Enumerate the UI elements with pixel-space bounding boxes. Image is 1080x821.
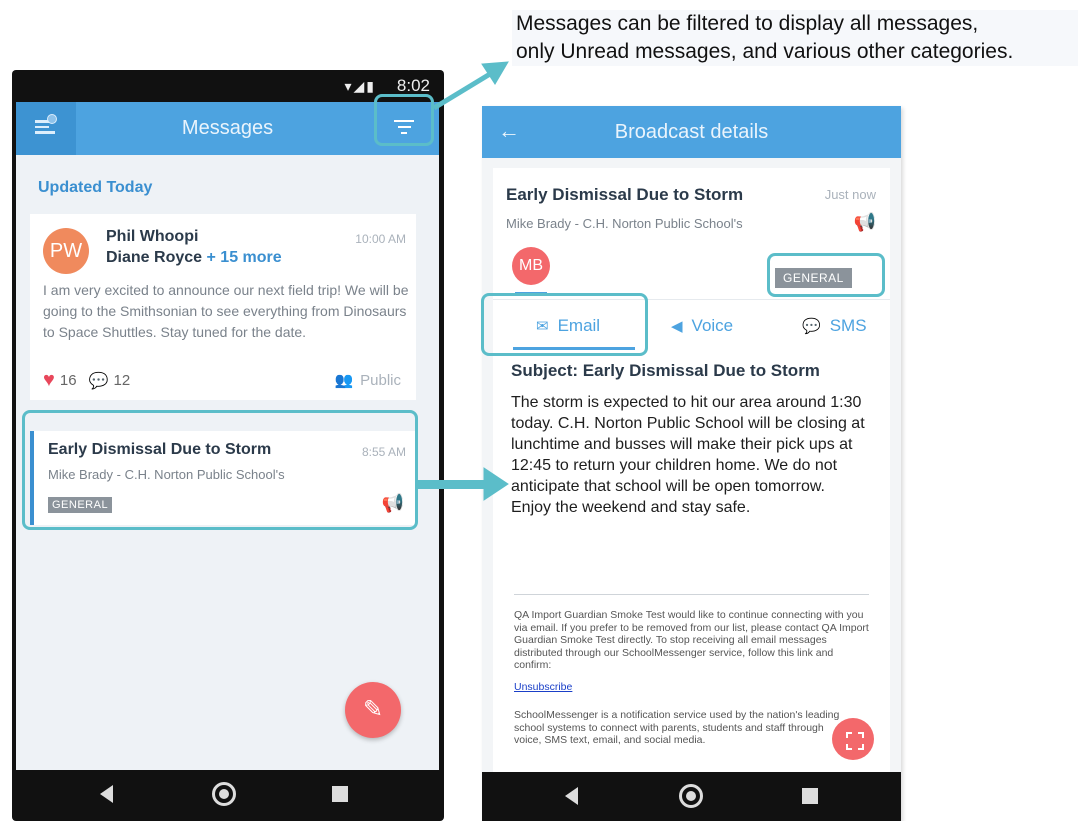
tab-sms-label: SMS [829,316,867,335]
avatar: PW [43,228,89,274]
callout-text: Messages can be filtered to display all … [512,10,1078,66]
broadcast-time: Just now [824,187,876,202]
recipient-name: Diane Royce [106,249,203,266]
email-subject: Subject: Early Dismissal Due to Storm [511,361,820,380]
tab-email-label: Email [557,316,601,335]
message-card[interactable]: PW Phil Whoopi Diane Royce + 15 more 10:… [30,214,416,400]
tab-sms[interactable]: 💬 SMS [802,316,867,336]
category-badge: GENERAL [775,268,852,288]
arrow-to-callout-head [481,61,509,85]
speaker-icon: ◀ [671,318,683,335]
signal-battery-icon: ▾◢▮ [344,78,376,94]
megaphone-icon: 📢 [853,212,876,232]
reactions: ♥ 16 💬 12 [43,369,130,392]
callout-line-2: only Unread messages, and various other … [516,40,1014,63]
people-icon: 👥 [334,372,354,389]
message-time: 10:00 AM [355,232,406,246]
nav-recent-icon[interactable] [802,788,818,804]
broadcast-time: 8:55 AM [361,445,406,459]
status-bar: ▾◢▮ 8:02 [12,70,444,102]
chat-bubble-icon: 💬 [802,318,821,335]
tab-voice-label: Voice [691,316,734,335]
nav-back-icon[interactable] [565,787,578,805]
broadcast-details-phone: ← Broadcast details Early Dismissal Due … [482,106,901,821]
unsubscribe-link[interactable]: Unsubscribe [514,681,572,693]
avatar[interactable]: MB [512,247,550,285]
heart-icon[interactable]: ♥ [43,369,55,392]
filter-icon[interactable] [394,120,414,136]
nav-back-icon[interactable] [100,785,113,803]
android-nav-bar [12,770,444,820]
tab-email[interactable]: ✉ Email [536,316,600,336]
broadcast-card[interactable]: Early Dismissal Due to Storm 8:55 AM Mik… [30,431,416,525]
page-title: Messages [181,117,274,139]
broadcast-sender: Mike Brady - C.H. Norton Public School's [506,216,743,231]
visibility-label: Public [360,371,401,389]
pencil-icon: ✎ [362,696,384,723]
status-time: 8:02 [396,76,430,95]
broadcast-title: Early Dismissal Due to Storm [506,185,744,204]
category-badge: GENERAL [48,497,113,513]
nav-home-icon[interactable] [679,784,703,808]
nav-recent-icon[interactable] [332,786,348,802]
messages-phone: ▾◢▮ 8:02 Messages Updated Today PW Phil … [12,70,444,821]
app-bar: ← Broadcast details [482,106,901,158]
app-bar: Messages [16,102,439,155]
footer-divider [514,594,869,595]
expand-button[interactable] [832,718,874,760]
visibility-indicator: 👥 Public [334,371,401,390]
messages-screen: Messages Updated Today PW Phil Whoopi Di… [16,102,439,770]
recipient-more-link[interactable]: + 15 more [207,249,282,266]
android-nav-bar [482,772,901,821]
comment-icon[interactable]: 💬 [89,371,109,391]
email-body: The storm is expected to hit our area ar… [511,394,865,516]
megaphone-icon: 📢 [381,493,404,513]
like-count: 16 [59,372,77,389]
compose-button[interactable]: ✎ [345,682,401,738]
callout-line-1: Messages can be filtered to display all … [516,12,979,35]
recipient-line: Diane Royce + 15 more [106,249,282,267]
broadcast-sender: Mike Brady - C.H. Norton Public School's [48,467,285,482]
page-title: Broadcast details [614,121,769,143]
message-preview: I am very excited to announce our next f… [43,282,409,340]
envelope-icon: ✉ [536,318,549,335]
nav-home-icon[interactable] [212,782,236,806]
footer-about: SchoolMessenger is a notification servic… [514,709,840,746]
broadcast-title: Early Dismissal Due to Storm [48,441,272,458]
active-tab-indicator [513,347,635,350]
sender-name: Phil Whoopi [106,228,199,245]
tabs-divider [493,299,890,300]
tab-voice[interactable]: ◀ Voice [671,316,733,336]
comment-count: 12 [113,372,131,389]
footer-disclaimer: QA Import Guardian Smoke Test would like… [514,609,869,671]
avatar-selected-indicator [515,292,547,294]
broadcast-detail-card: Early Dismissal Due to Storm Just now Mi… [493,168,890,776]
section-header: Updated Today [38,179,153,196]
